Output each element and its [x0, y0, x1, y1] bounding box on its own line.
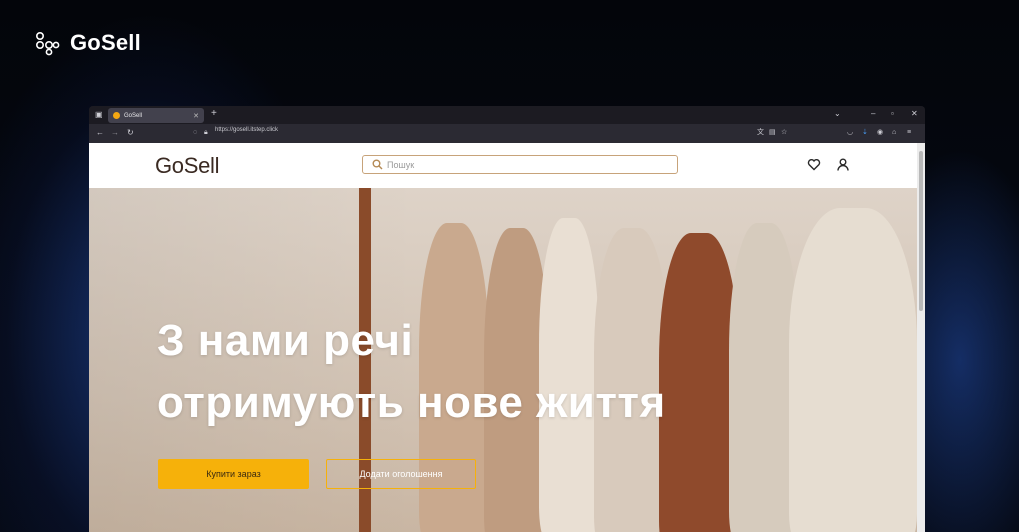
- website: GoSell Пошук З нами речі отримують нове …: [89, 143, 925, 532]
- account-icon[interactable]: ◉: [877, 128, 883, 138]
- scrollbar-thumb[interactable]: [919, 151, 923, 311]
- search-input[interactable]: Пошук: [362, 155, 678, 174]
- gosell-logo-icon: [35, 31, 60, 56]
- bookmark-star-icon[interactable]: ☆: [781, 128, 787, 138]
- search-icon: [372, 159, 383, 170]
- browser-tab[interactable]: GoSell ✕: [108, 108, 204, 123]
- reload-icon[interactable]: ↻: [127, 128, 134, 138]
- search-placeholder: Пошук: [387, 159, 415, 170]
- site-header: GoSell Пошук: [89, 143, 917, 188]
- brand-name: GoSell: [70, 30, 141, 55]
- buy-now-button[interactable]: Купити зараз: [158, 459, 309, 489]
- tab-title: GoSell: [124, 112, 143, 119]
- extensions-icon[interactable]: ⌂: [892, 128, 896, 138]
- scrollbar[interactable]: [917, 143, 925, 532]
- minimize-icon[interactable]: –: [871, 109, 875, 119]
- back-icon[interactable]: ←: [96, 128, 104, 138]
- download-icon[interactable]: ⇣: [862, 128, 868, 138]
- hero-banner: З нами речі отримують нове життя Купити …: [89, 188, 917, 532]
- hero-line-1: З нами речі: [157, 316, 414, 365]
- tab-overview-icon[interactable]: ▣: [95, 110, 103, 120]
- maximize-icon[interactable]: ▫: [891, 109, 894, 119]
- hero-headline: З нами речі отримують нове життя: [157, 310, 666, 434]
- menu-icon[interactable]: ≡: [907, 128, 911, 138]
- nav-bar: ← → ↻ ◌ 🔒︎ https://gosell.itstep.click 文…: [89, 124, 925, 143]
- new-tab-button[interactable]: +: [211, 109, 217, 119]
- close-tab-icon[interactable]: ✕: [193, 112, 199, 120]
- forward-icon[interactable]: →: [111, 128, 119, 138]
- translate-icon[interactable]: 文: [757, 128, 764, 138]
- close-window-icon[interactable]: ✕: [911, 109, 918, 119]
- favicon-icon: [113, 112, 120, 119]
- url-text[interactable]: https://gosell.itstep.click: [215, 127, 278, 133]
- browser-window: ▣ GoSell ✕ + ⌄ – ▫ ✕ ← → ↻ ◌ 🔒︎ https://…: [89, 106, 925, 532]
- shield-icon[interactable]: ◌: [193, 128, 197, 138]
- heart-icon[interactable]: [807, 158, 821, 171]
- pocket-icon[interactable]: ◡: [847, 128, 853, 138]
- hero-line-2: отримують нове життя: [157, 378, 666, 427]
- tab-bar: ▣ GoSell ✕ + ⌄ – ▫ ✕: [89, 106, 925, 124]
- add-listing-button[interactable]: Додати оголошення: [326, 459, 476, 489]
- user-icon[interactable]: [837, 158, 849, 171]
- site-logo[interactable]: GoSell: [155, 153, 220, 179]
- lock-icon[interactable]: 🔒︎: [204, 128, 208, 138]
- brand: GoSell: [34, 30, 141, 56]
- tab-list-icon[interactable]: ⌄: [834, 109, 841, 119]
- reader-icon[interactable]: ▤: [769, 128, 776, 138]
